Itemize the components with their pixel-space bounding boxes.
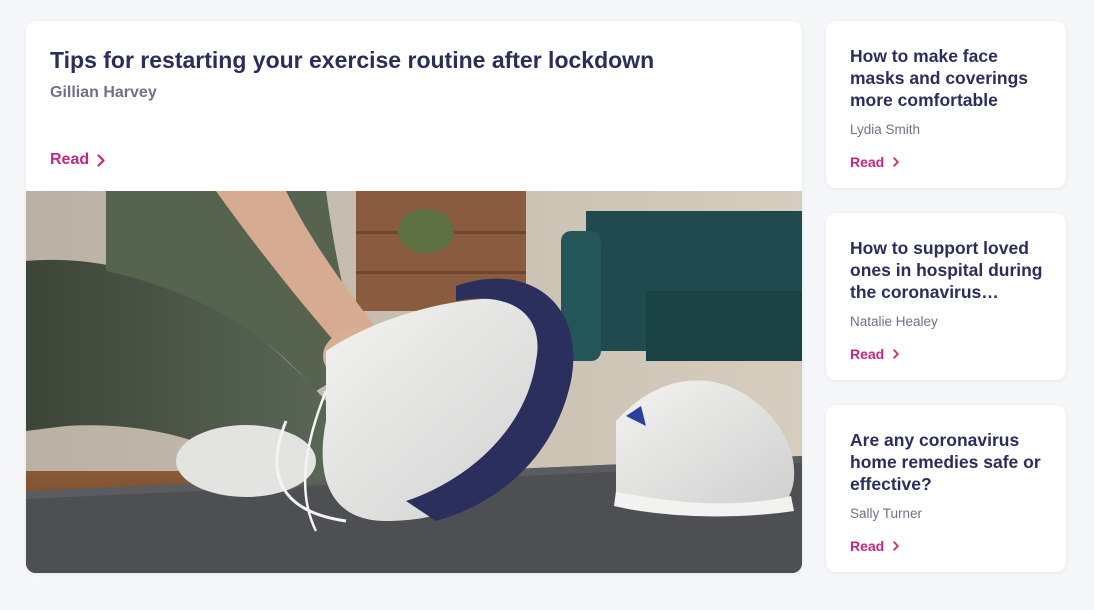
article-title[interactable]: How to support loved ones in hospital du… — [850, 237, 1046, 303]
chevron-right-icon — [893, 541, 899, 551]
article-read-link[interactable]: Read — [850, 154, 899, 170]
article-title[interactable]: Are any coronavirus home remedies safe o… — [850, 429, 1046, 495]
article-read-link[interactable]: Read — [850, 346, 899, 362]
article-title[interactable]: How to make face masks and coverings mor… — [850, 45, 1046, 111]
featured-article-author: Gillian Harvey — [50, 84, 157, 101]
article-card[interactable]: Are any coronavirus home remedies safe o… — [826, 405, 1066, 572]
chevron-right-icon — [97, 153, 105, 167]
article-read-link[interactable]: Read — [850, 538, 899, 554]
chevron-right-icon — [893, 157, 899, 167]
article-author: Sally Turner — [850, 506, 923, 521]
featured-article-image[interactable] — [26, 191, 802, 573]
read-link-label: Read — [850, 538, 885, 554]
chevron-right-icon — [893, 349, 899, 359]
article-author: Lydia Smith — [850, 122, 921, 137]
article-listing: Tips for restarting your exercise routin… — [0, 0, 1094, 610]
read-link-label: Read — [50, 151, 90, 168]
featured-article-card[interactable]: Tips for restarting your exercise routin… — [26, 21, 802, 573]
article-author: Natalie Healey — [850, 314, 938, 329]
featured-article-title[interactable]: Tips for restarting your exercise routin… — [50, 45, 780, 75]
article-card[interactable]: How to make face masks and coverings mor… — [826, 21, 1066, 188]
read-link-label: Read — [850, 154, 885, 170]
article-card[interactable]: How to support loved ones in hospital du… — [826, 213, 1066, 380]
read-link-label: Read — [850, 346, 885, 362]
featured-read-link[interactable]: Read — [50, 151, 105, 169]
